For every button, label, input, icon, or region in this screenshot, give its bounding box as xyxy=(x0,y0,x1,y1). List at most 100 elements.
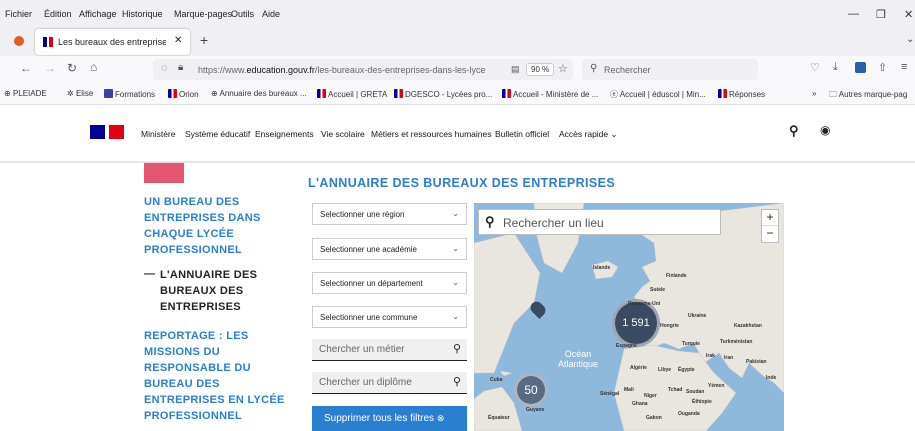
search-icon[interactable]: ⚲ xyxy=(453,342,461,355)
academie-select[interactable]: Selectionner une académie ⌄ xyxy=(312,238,467,260)
nav-metiers[interactable]: Métiers et ressources humaines xyxy=(371,129,491,139)
place-label: Yémen xyxy=(708,383,725,389)
map[interactable]: ⚲ Rechercher un lieu + − 1 591 50 Océan A… xyxy=(474,203,784,431)
bookmark-orion[interactable]: Orion xyxy=(168,89,199,99)
zoom-level-button[interactable]: 90 % xyxy=(526,63,555,76)
shield-icon[interactable]: ◌ xyxy=(161,62,168,74)
bookmark-dgesco[interactable]: DGESCO - Lycées pro... xyxy=(394,89,492,99)
flag-favicon-icon xyxy=(394,89,403,98)
place-label: Espagne xyxy=(616,343,637,349)
tab-active[interactable]: Les bureaux des entreprises dar ✕ xyxy=(35,29,190,55)
lock-icon[interactable]: 🔒︎ xyxy=(178,62,183,73)
commune-select[interactable]: Selectionner une commune ⌄ xyxy=(312,306,467,328)
map-search-placeholder: Rechercher un lieu xyxy=(503,216,604,230)
flag-favicon-icon xyxy=(502,89,511,98)
nav-vie-scolaire[interactable]: Vie scolaire xyxy=(321,129,365,139)
page-title: L'ANNUAIRE DES BUREAUX DES ENTREPRISES xyxy=(308,176,616,190)
search-icon: ⚲ xyxy=(590,63,598,74)
menu-history[interactable]: Historique xyxy=(122,9,163,19)
place-label: Turquie xyxy=(682,341,700,347)
home-icon[interactable]: ⌂ xyxy=(90,60,97,74)
new-tab-icon[interactable]: + xyxy=(200,32,208,48)
metier-search-input[interactable]: Chercher un métier ⚲ xyxy=(312,339,467,361)
nav-bulletin-officiel[interactable]: Bulletin officiel xyxy=(495,129,549,139)
share-icon[interactable]: ⇧ xyxy=(878,61,887,74)
search-bar[interactable]: ⚲ Rechercher xyxy=(582,59,758,80)
gear-icon: ✲ xyxy=(67,89,74,98)
place-label: Ukraine xyxy=(688,313,707,319)
accessibility-eye-icon[interactable]: ◉ xyxy=(820,123,830,137)
menu-bar: Fichier Édition Affichage Historique Mar… xyxy=(0,0,915,26)
pocket-icon[interactable]: ♡ xyxy=(810,61,820,74)
place-label: Cuba xyxy=(490,377,503,383)
map-zoom-control: + − xyxy=(761,209,779,243)
zoom-in-button[interactable]: + xyxy=(762,210,778,226)
maximize-icon[interactable]: ❐ xyxy=(876,8,886,21)
bookmarks-overflow-icon[interactable]: » xyxy=(812,89,816,98)
cluster-caribbean[interactable]: 50 xyxy=(514,373,548,407)
close-window-icon[interactable]: ✕ xyxy=(904,8,913,21)
app-menu-icon[interactable]: ≡ xyxy=(901,61,907,73)
reader-view-icon[interactable]: ▤ xyxy=(511,64,520,75)
sidebar-link-bureau[interactable]: UN BUREAU DES ENTREPRISES DANS CHAQUE LYCÉ… xyxy=(144,194,261,258)
place-label: Iran xyxy=(724,355,734,361)
bookmark-greta[interactable]: Accueil | GRETA xyxy=(317,89,387,99)
site-favicon-icon xyxy=(43,37,53,47)
bookmark-ministere[interactable]: Accueil - Ministère de ... xyxy=(502,89,598,99)
place-label: Royaume-Uni xyxy=(628,301,661,307)
menu-edit[interactable]: Édition xyxy=(44,9,72,19)
sidebar-link-reportage[interactable]: REPORTAGE : LES MISSIONS DU RESPONSABLE DU… xyxy=(144,328,285,424)
downloads-icon[interactable]: ⤓ xyxy=(833,61,838,74)
sidebar-current-annuaire[interactable]: L'ANNUAIRE DES BUREAUX DES ENTREPRISES xyxy=(160,267,257,315)
clear-filters-button[interactable]: Supprimer tous les filtres ⊗ xyxy=(312,406,467,431)
site-search-icon[interactable]: ⚲ xyxy=(789,123,799,139)
bookmark-other[interactable]: 🗀︎ Autres marque-pag xyxy=(829,89,907,103)
eduscol-icon: ⓔ xyxy=(610,90,618,99)
place-label: Algérie xyxy=(630,365,647,371)
bookmark-reponses[interactable]: Réponses xyxy=(718,89,765,99)
nav-enseignements[interactable]: Enseignements xyxy=(255,129,314,139)
back-icon[interactable]: ← xyxy=(20,61,32,75)
departement-select[interactable]: Selectionner un département ⌄ xyxy=(312,272,467,294)
menu-tools[interactable]: Outils xyxy=(231,9,254,19)
url-bar[interactable]: ◌ 🔒︎ https://www.education.gouv.fr/les-b… xyxy=(153,59,573,80)
reload-icon[interactable]: ↻ xyxy=(67,61,77,75)
bookmark-elise[interactable]: ✲ Elise xyxy=(67,89,93,98)
diplome-search-input[interactable]: Chercher un diplôme ⚲ xyxy=(312,372,467,394)
place-label: Gabon xyxy=(646,415,662,421)
chevron-down-icon: ⌄ xyxy=(452,209,459,218)
tab-list-icon[interactable]: ⌄ xyxy=(906,34,914,45)
place-label: Ouganda xyxy=(678,411,700,417)
globe-icon: ⊕ xyxy=(211,89,218,98)
forward-icon[interactable]: → xyxy=(44,61,56,75)
region-select[interactable]: Selectionner une région ⌄ xyxy=(312,203,467,225)
firefox-view-icon[interactable] xyxy=(14,36,24,46)
marianne-logo[interactable] xyxy=(90,125,124,139)
menu-view[interactable]: Affichage xyxy=(79,9,116,19)
bookmark-annuaire[interactable]: ⊕ Annuaire des bureaux ... xyxy=(211,89,307,98)
extension-icon[interactable] xyxy=(855,62,866,73)
menu-bookmarks[interactable]: Marque-pages xyxy=(174,9,232,19)
nav-acces-rapide[interactable]: Accès rapide ⌄ xyxy=(559,129,618,140)
search-placeholder: Rechercher xyxy=(604,65,651,75)
place-label: Irak xyxy=(706,353,715,359)
navigation-bar: ← → ↻ ⌂ ◌ 🔒︎ https://www.education.gouv.… xyxy=(0,56,915,83)
place-label: Ghana xyxy=(632,401,648,407)
bookmark-formations[interactable]: Formations xyxy=(104,89,155,99)
close-tab-icon[interactable]: ✕ xyxy=(174,35,182,46)
minimize-icon[interactable]: — xyxy=(848,8,859,20)
search-icon[interactable]: ⚲ xyxy=(453,375,461,388)
nav-systeme-educatif[interactable]: Système éducatif xyxy=(185,129,250,139)
bookmark-eduscol[interactable]: ⓔ Accueil | éduscol | Min... xyxy=(610,89,706,100)
bookmark-star-icon[interactable]: ☆ xyxy=(558,62,568,75)
menu-file[interactable]: Fichier xyxy=(5,9,32,19)
map-search-input[interactable]: ⚲ Rechercher un lieu xyxy=(478,209,721,235)
url-text: https://www.education.gouv.fr/les-bureau… xyxy=(198,65,486,75)
chevron-down-icon: ⌄ xyxy=(452,244,459,253)
zoom-out-button[interactable]: − xyxy=(762,226,778,240)
nav-ministere[interactable]: Ministère xyxy=(141,129,175,139)
search-icon: ⚲ xyxy=(485,214,495,229)
bookmark-pleiade[interactable]: ⊕ PLEIADE xyxy=(4,89,47,98)
flag-favicon-icon xyxy=(718,89,727,98)
menu-help[interactable]: Aide xyxy=(262,9,280,19)
